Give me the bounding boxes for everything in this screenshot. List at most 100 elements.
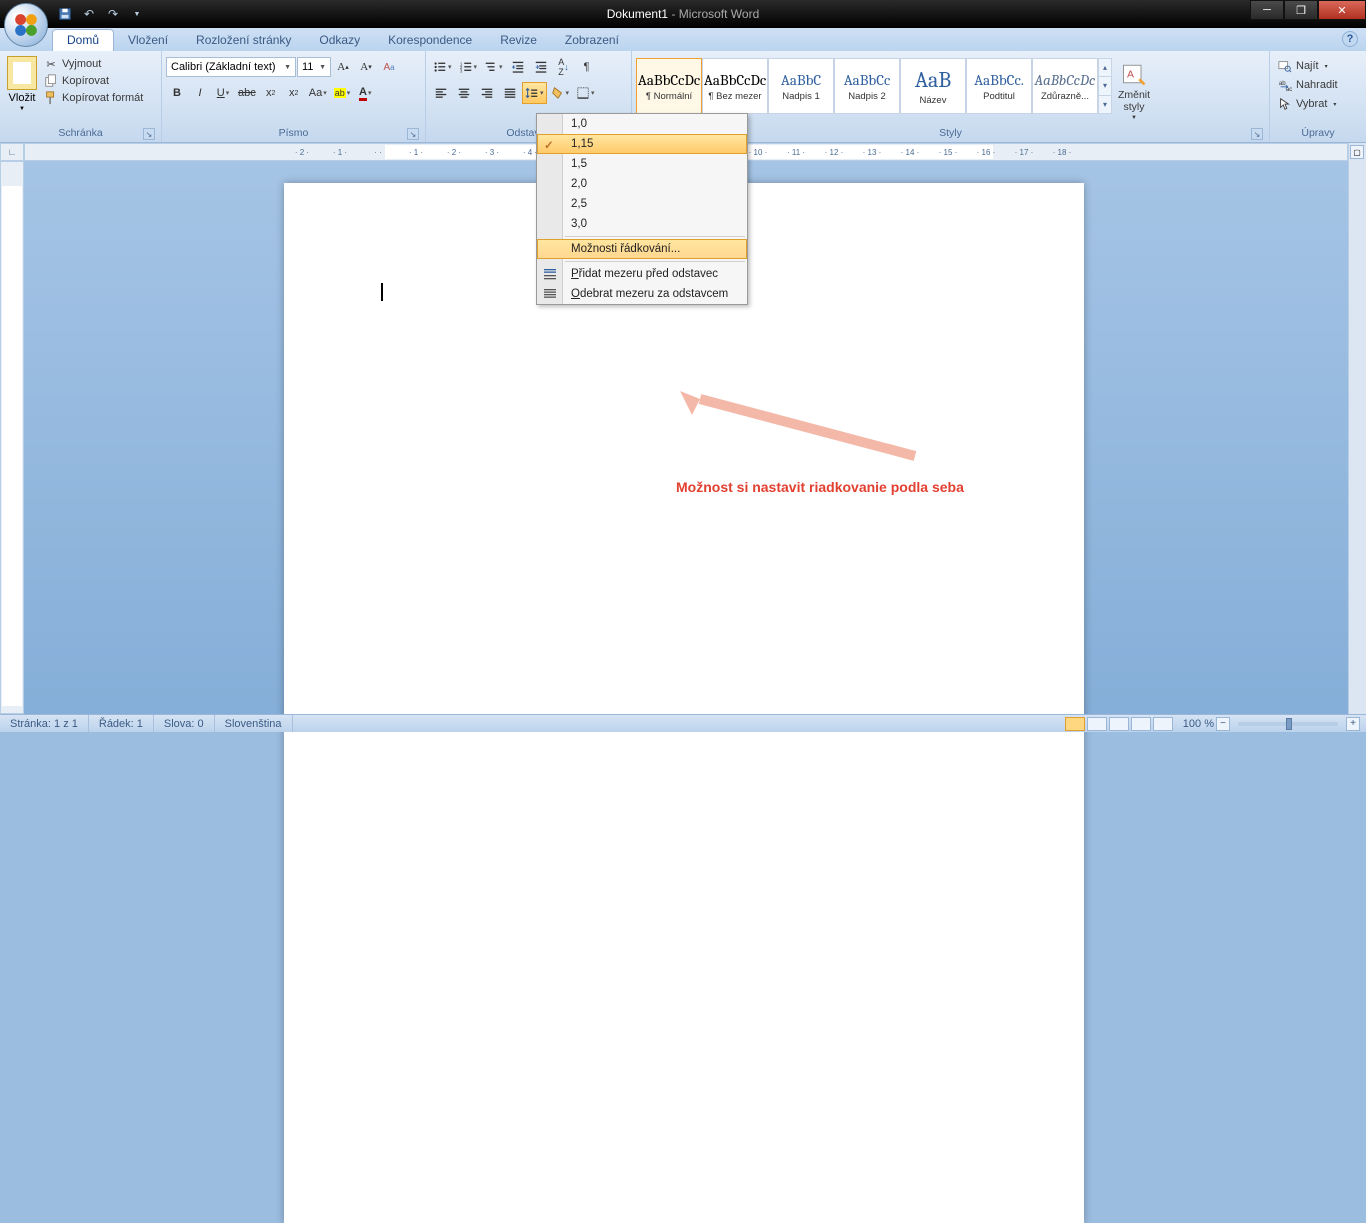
maximize-button[interactable]: ❐ — [1284, 0, 1318, 20]
show-marks-button[interactable]: ¶ — [576, 56, 598, 78]
increase-indent-button[interactable] — [530, 56, 552, 78]
style-normln[interactable]: AaBbCcDc¶ Normální — [636, 58, 702, 114]
align-right-button[interactable] — [476, 82, 498, 104]
view-outline[interactable] — [1131, 717, 1151, 731]
vertical-scrollbar[interactable] — [1348, 143, 1366, 714]
find-button[interactable]: Najít▾ — [1274, 57, 1332, 75]
group-label-editing: Úpravy — [1301, 127, 1334, 139]
line-spacing-option-3-0[interactable]: 3,0 — [537, 214, 747, 234]
bullets-button[interactable]: ▾ — [430, 56, 455, 78]
help-icon[interactable]: ? — [1342, 31, 1358, 47]
status-page[interactable]: Stránka: 1 z 1 — [0, 715, 89, 732]
style-bezmezer[interactable]: AaBbCcDc¶ Bez mezer — [702, 58, 768, 114]
superscript-button[interactable]: x2 — [283, 82, 305, 104]
font-name-combo[interactable]: Calibri (Základní text)▼ — [166, 57, 296, 77]
save-button[interactable] — [56, 5, 74, 23]
status-words[interactable]: Slova: 0 — [154, 715, 215, 732]
align-left-button[interactable] — [430, 82, 452, 104]
view-draft[interactable] — [1153, 717, 1173, 731]
select-button[interactable]: Vybrat▾ — [1274, 95, 1340, 113]
change-case-button[interactable]: Aa▾ — [306, 82, 330, 104]
ruler-toggle[interactable]: ▢ — [1350, 145, 1364, 159]
highlight-button[interactable]: ab▾ — [331, 82, 354, 104]
strikethrough-button[interactable]: abc — [235, 82, 259, 104]
office-button[interactable] — [4, 3, 48, 47]
close-button[interactable]: ✕ — [1318, 0, 1366, 20]
vertical-ruler[interactable] — [0, 161, 24, 714]
tab-selector[interactable]: ∟ — [0, 143, 24, 161]
tab-insert[interactable]: Vložení — [114, 30, 182, 51]
line-spacing-option-2-5[interactable]: 2,5 — [537, 194, 747, 214]
shading-button[interactable]: ▾ — [548, 82, 573, 104]
line-spacing-option-1-15[interactable]: ✓1,15 — [537, 134, 747, 154]
status-language[interactable]: Slovenština — [215, 715, 293, 732]
tab-mailings[interactable]: Korespondence — [374, 30, 486, 51]
paste-button[interactable]: Vložit ▼ — [4, 54, 40, 120]
underline-button[interactable]: U▾ — [212, 82, 234, 104]
status-line[interactable]: Řádek: 1 — [89, 715, 154, 732]
italic-button[interactable]: I — [189, 82, 211, 104]
sort-button[interactable]: AZ↓ — [553, 56, 575, 78]
font-color-button[interactable]: A▾ — [354, 82, 376, 104]
minimize-button[interactable]: ─ — [1250, 0, 1284, 20]
ribbon-tabs: Domů Vložení Rozložení stránky Odkazy Ko… — [0, 28, 1366, 51]
style-zdrazn[interactable]: AaBbCcDcZdůrazně... — [1032, 58, 1098, 114]
tab-pagelayout[interactable]: Rozložení stránky — [182, 30, 305, 51]
style-nadpis2[interactable]: AaBbCcNadpis 2 — [834, 58, 900, 114]
styles-launcher[interactable]: ↘ — [1251, 128, 1263, 140]
style-podtitul[interactable]: AaBbCc.Podtitul — [966, 58, 1032, 114]
redo-button[interactable]: ↷ — [104, 5, 122, 23]
qat-customize[interactable]: ▼ — [128, 5, 146, 23]
format-painter-button[interactable]: Kopírovat formát — [42, 90, 145, 106]
status-bar: Stránka: 1 z 1 Řádek: 1 Slova: 0 Slovenš… — [0, 714, 1366, 732]
quick-access-toolbar: ↶ ↷ ▼ — [56, 0, 146, 28]
zoom-out-button[interactable]: − — [1216, 717, 1230, 731]
undo-button[interactable]: ↶ — [80, 5, 98, 23]
line-spacing-button[interactable]: ▾ — [522, 82, 547, 104]
copy-button[interactable]: Kopírovat — [42, 73, 145, 89]
decrease-indent-button[interactable] — [507, 56, 529, 78]
view-print-layout[interactable] — [1065, 717, 1085, 731]
borders-button[interactable]: ▾ — [573, 82, 598, 104]
font-size-combo[interactable]: 11▼ — [297, 57, 331, 77]
style-nadpis1[interactable]: AaBbCNadpis 1 — [768, 58, 834, 114]
tab-references[interactable]: Odkazy — [305, 30, 374, 51]
bold-button[interactable]: B — [166, 82, 188, 104]
line-spacing-menu: 1,0✓1,151,52,02,53,0 Možnosti řádkování.… — [536, 113, 748, 305]
style-nzev[interactable]: AaBNázev — [900, 58, 966, 114]
add-space-before-item[interactable]: Přidat mezeru před odstavec — [537, 264, 747, 284]
zoom-slider[interactable] — [1238, 722, 1338, 726]
line-spacing-option-2-0[interactable]: 2,0 — [537, 174, 747, 194]
clear-formatting-button[interactable]: Aa — [378, 56, 400, 78]
group-label-styles: Styly — [939, 127, 962, 139]
multilevel-list-button[interactable]: ▾ — [481, 56, 506, 78]
align-center-button[interactable] — [453, 82, 475, 104]
remove-space-after-item[interactable]: Odebrat mezeru za odstavcem — [537, 284, 747, 304]
scissors-icon: ✂ — [44, 57, 58, 71]
tab-home[interactable]: Domů — [52, 29, 114, 51]
subscript-button[interactable]: x2 — [260, 82, 282, 104]
clipboard-launcher[interactable]: ↘ — [143, 128, 155, 140]
shrink-font-button[interactable]: A▾ — [355, 56, 377, 78]
grow-font-button[interactable]: A▴ — [332, 56, 354, 78]
styles-gallery-scroll[interactable]: ▴▾▾ — [1098, 58, 1112, 114]
line-spacing-option-1-5[interactable]: 1,5 — [537, 154, 747, 174]
tab-review[interactable]: Revize — [486, 30, 551, 51]
font-launcher[interactable]: ↘ — [407, 128, 419, 140]
cut-button[interactable]: ✂Vyjmout — [42, 56, 145, 72]
replace-button[interactable]: abacNahradit — [1274, 76, 1342, 94]
zoom-level[interactable]: 100 % — [1183, 718, 1214, 730]
line-spacing-options-item[interactable]: Možnosti řádkování... — [537, 239, 747, 259]
zoom-in-button[interactable]: + — [1346, 717, 1360, 731]
view-web-layout[interactable] — [1109, 717, 1129, 731]
window-title: Dokument1 - Microsoft Word — [0, 7, 1366, 21]
tab-view[interactable]: Zobrazení — [551, 30, 633, 51]
replace-icon: abac — [1278, 78, 1292, 92]
change-styles-button[interactable]: A Změnit styly▼ — [1112, 58, 1156, 123]
line-spacing-option-1-0[interactable]: 1,0 — [537, 114, 747, 134]
justify-button[interactable] — [499, 82, 521, 104]
brush-icon — [44, 91, 58, 105]
numbering-button[interactable]: 123▾ — [456, 56, 481, 78]
view-full-screen[interactable] — [1087, 717, 1107, 731]
document-page[interactable] — [284, 183, 1084, 1223]
